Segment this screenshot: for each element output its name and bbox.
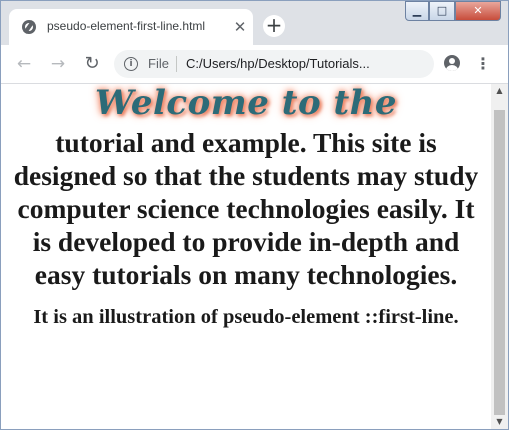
scroll-down-arrow-icon[interactable]: ▼ bbox=[491, 415, 508, 429]
browser-toolbar: ← → ↻ i File C:/Users/hp/Desktop/Tutoria… bbox=[1, 45, 508, 84]
paragraph-first: Welcome to the tutorial and example. Thi… bbox=[13, 84, 479, 291]
new-tab-button[interactable]: + bbox=[263, 15, 285, 37]
minimize-button[interactable]: ▁ bbox=[405, 1, 429, 21]
info-icon[interactable]: i bbox=[124, 57, 138, 71]
kebab-menu-icon[interactable]: ⋮ bbox=[475, 53, 491, 75]
page-content: Welcome to the tutorial and example. Thi… bbox=[1, 84, 491, 329]
paragraph-first-rest: tutorial and example. This site is desig… bbox=[13, 127, 479, 290]
globe-icon bbox=[22, 20, 36, 34]
tab-active[interactable]: pseudo-element-first-line.html ✕ bbox=[9, 9, 253, 45]
tab-strip: pseudo-element-first-line.html ✕ + ▁ □ ✕ bbox=[1, 1, 508, 45]
scroll-thumb[interactable] bbox=[494, 110, 505, 415]
maximize-button[interactable]: □ bbox=[429, 1, 455, 21]
reload-icon[interactable]: ↻ bbox=[81, 53, 103, 75]
vertical-scrollbar[interactable]: ▲ ▼ bbox=[491, 84, 508, 429]
page-viewport: Welcome to the tutorial and example. Thi… bbox=[1, 84, 491, 429]
paragraph-second: It is an illustration of pseudo-element … bbox=[33, 306, 459, 328]
url-text[interactable]: C:/Users/hp/Desktop/Tutorials... bbox=[186, 56, 370, 71]
browser-window: pseudo-element-first-line.html ✕ + ▁ □ ✕… bbox=[0, 0, 509, 430]
close-window-button[interactable]: ✕ bbox=[455, 1, 501, 21]
scroll-up-arrow-icon[interactable]: ▲ bbox=[491, 84, 508, 98]
scheme-label: File bbox=[148, 56, 169, 71]
styled-first-line: Welcome to the bbox=[94, 84, 398, 123]
tab-title: pseudo-element-first-line.html bbox=[47, 19, 206, 33]
address-bar[interactable]: i File C:/Users/hp/Desktop/Tutorials... … bbox=[114, 50, 434, 78]
close-tab-icon[interactable]: ✕ bbox=[231, 18, 249, 36]
forward-arrow-icon[interactable]: → bbox=[47, 53, 69, 75]
back-arrow-icon[interactable]: ← bbox=[13, 53, 35, 75]
omnibox-divider bbox=[176, 56, 177, 72]
profile-avatar-icon[interactable] bbox=[444, 55, 460, 71]
